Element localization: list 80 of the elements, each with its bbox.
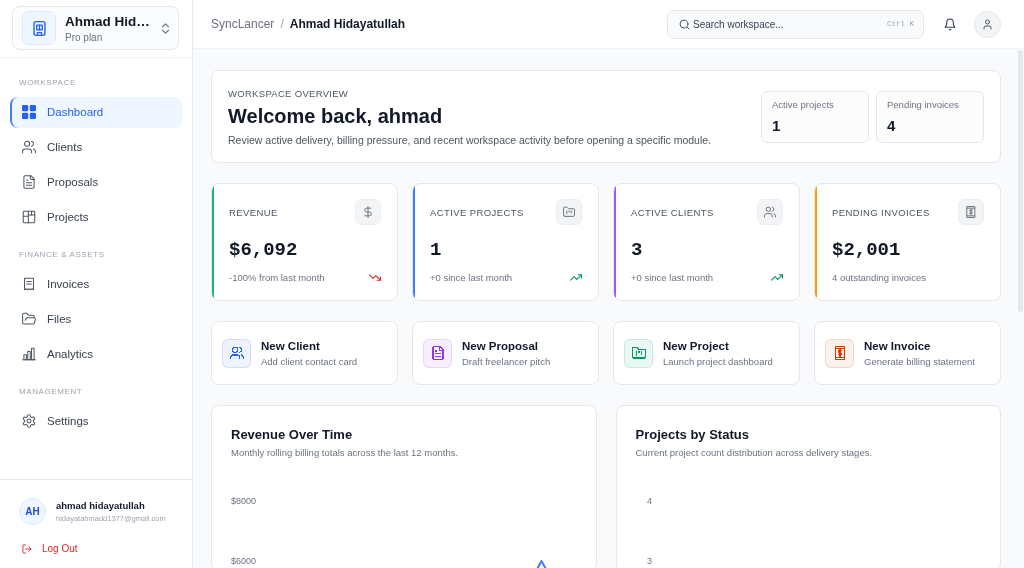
users-icon: [757, 199, 783, 225]
user-icon: [982, 18, 993, 30]
user-avatar: AH: [19, 498, 46, 525]
stat-note: +0 since last month: [430, 271, 513, 283]
axis-tick-label: 4: [646, 496, 652, 506]
stat-value: $2,001: [832, 239, 902, 261]
axis-tick-label: 3: [646, 556, 652, 566]
quick-action-card[interactable]: New Client Add client contact card: [211, 321, 398, 385]
welcome-title: Welcome back, ahmad: [228, 104, 444, 128]
section-label: WORKSPACE: [18, 77, 77, 89]
folder-chart-icon: [556, 199, 582, 225]
user-name: ahmad hidayatullah: [56, 500, 146, 511]
search-icon: [679, 18, 690, 30]
profile-button[interactable]: [974, 10, 1001, 38]
workspace-name: Ahmad Hid…: [65, 13, 151, 29]
quick-action-card[interactable]: New Proposal Draft freelancer pitch: [412, 321, 599, 385]
nav-item[interactable]: Invoices: [10, 268, 182, 300]
stat-value: 3: [631, 239, 644, 261]
chart-title: Revenue Over Time: [231, 427, 354, 443]
metric-label: Pending invoices: [887, 98, 960, 110]
receipt-icon: [22, 277, 36, 291]
metric-value: 1: [772, 116, 782, 134]
bell-icon: [944, 17, 956, 31]
revenue-line: [535, 560, 548, 568]
notifications-button[interactable]: [944, 17, 956, 31]
action-title: New Client: [261, 339, 321, 352]
section-label: MANAGEMENT: [18, 386, 84, 398]
folder-icon: [22, 312, 36, 326]
chart-title: Projects by Status: [635, 427, 750, 443]
breadcrumb-current: Ahmad Hidayatullah: [289, 17, 406, 31]
bar-chart-icon: [22, 347, 36, 361]
chevron-up-down-icon: [162, 22, 169, 34]
quick-action-card[interactable]: New Project Launch project dashboard: [613, 321, 800, 385]
stat-label: REVENUE: [229, 206, 278, 218]
nav-item[interactable]: Dashboard: [10, 96, 182, 128]
grid-icon: [22, 105, 36, 119]
nav-item[interactable]: Clients: [10, 131, 182, 163]
breadcrumb-separator: /: [280, 17, 284, 31]
action-title: New Proposal: [462, 339, 540, 352]
nav-item[interactable]: Analytics: [10, 338, 182, 370]
overview-eyebrow: WORKSPACE OVERVIEW: [228, 87, 350, 99]
stat-note: -100% from last month: [229, 271, 325, 283]
chart-subtitle: Monthly rolling billing totals across the last 12 months.: [231, 447, 460, 459]
action-subtitle: Add client contact card: [261, 355, 358, 367]
users-icon: [22, 140, 36, 154]
nav-item[interactable]: Files: [10, 303, 182, 335]
dollar-icon: [355, 199, 381, 225]
stat-value: $6,092: [229, 239, 299, 261]
stat-label: PENDING INVOICES: [832, 206, 930, 218]
logout-icon: [22, 543, 32, 554]
document-icon: [22, 175, 36, 189]
receipt-dollar-icon: [958, 199, 984, 225]
chart-subtitle: Current project count distribution across delivery stages.: [635, 447, 874, 459]
metric-value: 4: [887, 116, 897, 134]
stat-note: +0 since last month: [631, 271, 714, 283]
stat-value: 1: [430, 239, 443, 261]
nav-item[interactable]: Settings: [10, 405, 182, 437]
action-subtitle: Draft freelancer pitch: [462, 355, 551, 367]
overview-description: Review active delivery, billing pressure, and recent workspace activity before opening a specific module.: [228, 133, 712, 146]
axis-tick-label: $8000: [230, 496, 256, 506]
nav-item[interactable]: Projects: [10, 201, 182, 233]
workspace-switcher[interactable]: Ahmad Hid… Pro plan: [12, 6, 179, 50]
building-icon: [22, 11, 56, 45]
metric-label: Active projects: [772, 98, 835, 110]
logout-button[interactable]: Log Out: [19, 543, 78, 554]
settings-icon: [22, 414, 36, 428]
nav-item[interactable]: Proposals: [10, 166, 182, 198]
quick-action-card[interactable]: New Invoice Generate billing statement: [814, 321, 1001, 385]
columns-icon: [22, 210, 36, 224]
axis-tick-label: $6000: [230, 556, 256, 566]
action-subtitle: Launch project dashboard: [663, 355, 773, 367]
action-title: New Invoice: [864, 339, 932, 352]
stat-note: 4 outstanding invoices: [832, 271, 926, 283]
action-title: New Project: [663, 339, 730, 352]
stat-label: ACTIVE PROJECTS: [430, 206, 524, 218]
workspace-plan: Pro plan: [65, 31, 104, 43]
section-label: FINANCE & ASSETS: [18, 249, 106, 261]
breadcrumb-link[interactable]: SyncLancer: [211, 17, 275, 31]
action-subtitle: Generate billing statement: [864, 355, 975, 367]
stat-label: ACTIVE CLIENTS: [631, 206, 714, 218]
